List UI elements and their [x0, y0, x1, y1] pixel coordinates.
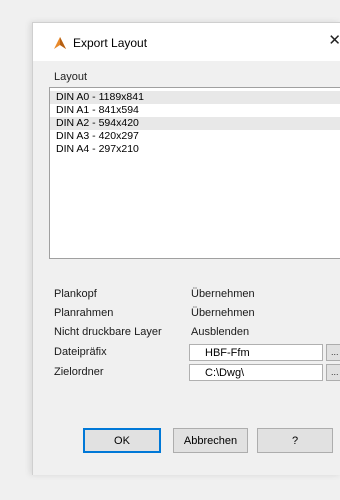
close-icon[interactable]: ✕: [328, 33, 340, 48]
property-value[interactable]: Übernehmen: [191, 307, 255, 319]
ok-button[interactable]: OK: [83, 428, 161, 453]
property-value[interactable]: Übernehmen: [191, 288, 255, 300]
list-item[interactable]: DIN A2 - 594x420: [50, 117, 340, 130]
property-label: Planrahmen: [54, 307, 114, 319]
property-row-plankopf: Plankopf Übernehmen: [49, 287, 340, 303]
property-label: Zielordner: [54, 366, 104, 378]
help-button[interactable]: ?: [257, 428, 333, 453]
property-label: Nicht druckbare Layer: [54, 326, 162, 338]
layout-list[interactable]: DIN A0 - 1189x841 DIN A1 - 841x594 DIN A…: [49, 87, 340, 259]
list-item[interactable]: DIN A0 - 1189x841: [50, 91, 340, 104]
list-item[interactable]: DIN A1 - 841x594: [50, 104, 340, 117]
file-prefix-browse-button[interactable]: ...: [326, 344, 340, 361]
property-value[interactable]: Ausblenden: [191, 326, 249, 338]
export-layout-dialog: Export Layout ✕ Layout DIN A0 - 1189x841…: [32, 22, 340, 475]
property-row-dateipraefix: Dateipräfix ...: [49, 344, 340, 361]
list-item[interactable]: DIN A3 - 420x297: [50, 130, 340, 143]
target-folder-input[interactable]: [189, 364, 323, 381]
dialog-title: Export Layout: [73, 36, 148, 50]
autocad-logo-icon: [54, 37, 66, 49]
property-row-nicht-druckbare-layer: Nicht druckbare Layer Ausblenden: [49, 325, 340, 341]
file-prefix-input[interactable]: [189, 344, 323, 361]
layout-section-label: Layout: [54, 71, 88, 83]
property-row-planrahmen: Planrahmen Übernehmen: [49, 306, 340, 322]
list-item[interactable]: DIN A4 - 297x210: [50, 143, 340, 156]
property-label: Plankopf: [54, 288, 97, 300]
target-folder-browse-button[interactable]: ...: [326, 364, 340, 381]
property-label: Dateipräfix: [54, 346, 107, 358]
cancel-button[interactable]: Abbrechen: [173, 428, 248, 453]
title-bar[interactable]: Export Layout ✕: [33, 23, 340, 61]
property-row-zielordner: Zielordner ...: [49, 364, 340, 381]
